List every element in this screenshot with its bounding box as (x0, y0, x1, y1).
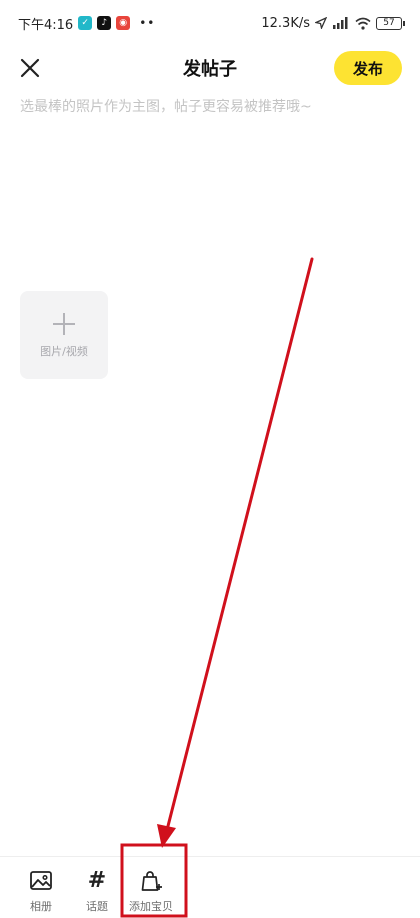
tiktok-icon: ♪ (97, 16, 112, 30)
topic-button[interactable]: # 话题 (69, 869, 125, 917)
topic-label: 话题 (86, 900, 108, 913)
shopping-bag-add-icon (141, 871, 162, 891)
plus-icon (53, 313, 75, 335)
page-title: 发帖子 (183, 59, 237, 80)
add-goods-button[interactable]: 添加宝贝 (123, 869, 179, 917)
add-goods-label: 添加宝贝 (129, 900, 173, 913)
annotation-arrow (120, 257, 314, 918)
album-button[interactable]: 相册 (13, 869, 69, 917)
more-notifications-icon: •• (139, 16, 156, 30)
album-label: 相册 (30, 900, 52, 913)
wifi-icon (355, 17, 371, 30)
battery-level: 57 (383, 18, 395, 28)
status-right: 12.3K/s 57 (261, 15, 405, 31)
post-content-input[interactable]: 选最棒的照片作为主图，帖子更容易被推荐哦~ (20, 96, 400, 116)
add-media-button[interactable]: 图片/视频 (20, 291, 108, 379)
bottom-toolbar: 相册 # 话题 添加宝贝 (0, 856, 420, 918)
hash-icon: # (87, 868, 107, 893)
clock: 下午4:16 (18, 17, 74, 33)
close-icon[interactable] (18, 56, 42, 80)
status-left: 下午4:16 ✓ ♪ ◉ •• (18, 14, 155, 33)
chat-app-icon: ✓ (78, 16, 93, 30)
status-bar: 下午4:16 ✓ ♪ ◉ •• 12.3K/s 57 (0, 0, 420, 46)
header: 发帖子 发布 (0, 46, 420, 90)
add-media-label: 图片/视频 (40, 345, 88, 358)
signal-icon (333, 17, 348, 29)
battery-icon: 57 (376, 16, 405, 30)
network-speed: 12.3K/s (261, 15, 310, 31)
red-app-icon: ◉ (116, 16, 131, 30)
location-arrow-icon (315, 17, 327, 29)
post-editor-screen: 下午4:16 ✓ ♪ ◉ •• 12.3K/s 57 发帖子 发布 选最棒的照片… (0, 0, 420, 918)
publish-button[interactable]: 发布 (334, 51, 402, 85)
image-icon (30, 871, 52, 890)
